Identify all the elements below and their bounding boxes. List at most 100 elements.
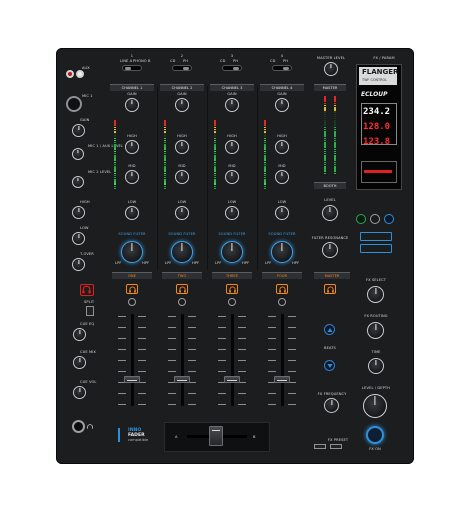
input-option-label: PH	[183, 59, 189, 63]
master-vu-column	[324, 96, 327, 175]
channel-fader-cap[interactable]	[274, 376, 290, 383]
fader-tick	[238, 360, 246, 361]
channel-high-knob[interactable]	[175, 140, 189, 154]
input-toggle-handle[interactable]	[125, 66, 131, 70]
input-toggle-switch[interactable]	[222, 65, 242, 71]
booth-level-knob[interactable]	[322, 205, 338, 221]
fader-curve-button[interactable]	[228, 298, 236, 306]
cue-vol-knob[interactable]	[73, 386, 86, 399]
input-toggle-handle[interactable]	[183, 66, 189, 70]
sound-filter-knob[interactable]	[221, 241, 243, 263]
input-toggle-switch[interactable]	[272, 65, 292, 71]
split-switch[interactable]	[86, 306, 94, 316]
headphones-icon	[87, 424, 93, 429]
channel-mid-knob[interactable]	[275, 170, 289, 184]
fx-routing-knob[interactable]	[367, 322, 384, 339]
fx-select-blue-button[interactable]	[384, 214, 394, 224]
fx-select-green-button[interactable]	[356, 214, 366, 224]
channel-fader-cap[interactable]	[124, 376, 140, 383]
channel-fader-cap[interactable]	[224, 376, 240, 383]
cue-mix-knob[interactable]	[73, 356, 86, 369]
fx-on-button[interactable]	[366, 426, 384, 444]
beats-up-button[interactable]	[324, 324, 335, 335]
fx-select-knob[interactable]	[367, 286, 384, 303]
mic-gain-knob[interactable]	[72, 124, 85, 137]
channel-cue-button[interactable]	[276, 284, 288, 294]
channel-fader-track	[180, 314, 184, 406]
channel-mid-knob[interactable]	[125, 170, 139, 184]
fx-preset-button-1[interactable]	[314, 444, 326, 449]
beats-down-button[interactable]	[324, 360, 335, 371]
fader-tick	[138, 393, 146, 394]
mic2-level-knob[interactable]	[72, 176, 84, 188]
headphone-jack[interactable]	[72, 420, 85, 433]
fader-tick	[168, 338, 176, 339]
master-header: MASTER	[314, 84, 346, 91]
input-selector-4[interactable]: 4 CD PH	[270, 54, 294, 76]
mic-high-knob[interactable]	[72, 206, 85, 219]
fx-frequency-knob[interactable]	[324, 398, 339, 413]
channel-gain-knob[interactable]	[175, 98, 189, 112]
fx-on-label: FX ON	[369, 447, 381, 451]
fader-tick	[268, 349, 276, 350]
channel-cue-button[interactable]	[226, 284, 238, 294]
sound-filter-knob[interactable]	[121, 241, 143, 263]
sound-filter-knob[interactable]	[271, 241, 293, 263]
master-cue-button[interactable]	[324, 284, 336, 294]
fx-bank-a[interactable]	[360, 232, 392, 241]
crossfader-cap[interactable]	[209, 426, 223, 446]
fader-tick	[188, 393, 196, 394]
fx-frequency-label: FX FREQUENCY	[317, 392, 347, 396]
input-toggle-switch[interactable]	[122, 65, 142, 71]
fader-tick	[218, 360, 226, 361]
mic-level-knob[interactable]	[72, 148, 84, 160]
channel-low-knob[interactable]	[125, 206, 139, 220]
input-selector-1[interactable]: 1 LINE A PHONO B	[120, 54, 150, 76]
channel-high-knob[interactable]	[275, 140, 289, 154]
mic-xlr-jack[interactable]	[66, 96, 82, 112]
mic-low-knob[interactable]	[72, 232, 85, 245]
input-selector-3[interactable]: 3 CD PH	[220, 54, 244, 76]
channel-cue-button[interactable]	[176, 284, 188, 294]
input-toggle-handle[interactable]	[283, 66, 289, 70]
mic-cue-button[interactable]	[80, 284, 94, 296]
hpf-label: HPF	[242, 261, 250, 265]
channel-cue-button[interactable]	[126, 284, 138, 294]
input-option-label: PHONO B	[133, 59, 151, 63]
fx-value-2: 128.0	[363, 122, 391, 132]
fx-select-grey-button[interactable]	[370, 214, 380, 224]
channel-mid-knob[interactable]	[225, 170, 239, 184]
channel-high-knob[interactable]	[125, 140, 139, 154]
input-toggle-switch[interactable]	[172, 65, 192, 71]
fader-curve-button[interactable]	[128, 298, 136, 306]
input-toggle-handle[interactable]	[233, 66, 239, 70]
channel-low-knob[interactable]	[275, 206, 289, 220]
level-depth-knob[interactable]	[363, 394, 387, 418]
fx-preset-button-2[interactable]	[330, 444, 342, 449]
fader-tick	[168, 349, 176, 350]
talkover-knob[interactable]	[72, 258, 85, 271]
lpf-label: LPF	[215, 261, 222, 265]
sound-filter-knob[interactable]	[171, 241, 193, 263]
fader-curve-button[interactable]	[178, 298, 186, 306]
channel-low-knob[interactable]	[225, 206, 239, 220]
channel-low-label: LOW	[227, 200, 237, 204]
channel-gain-knob[interactable]	[275, 98, 289, 112]
channel-mid-knob[interactable]	[175, 170, 189, 184]
master-level-knob[interactable]	[324, 62, 338, 76]
fader-curve-button[interactable]	[278, 298, 286, 306]
channel-gain-knob[interactable]	[225, 98, 239, 112]
fx-effect-sub: TWF CONTROL	[362, 78, 388, 82]
channel-gain-knob[interactable]	[125, 98, 139, 112]
channel-fader-track	[130, 314, 134, 406]
channel-low-knob[interactable]	[175, 206, 189, 220]
aux-jack-left[interactable]	[66, 70, 74, 78]
time-knob[interactable]	[368, 358, 384, 374]
channel-fader-cap[interactable]	[174, 376, 190, 383]
fx-bank-b[interactable]	[360, 244, 392, 253]
input-selector-2[interactable]: 2 CD PH	[170, 54, 194, 76]
aux-jack-right[interactable]	[76, 70, 84, 78]
cue-eq-knob[interactable]	[73, 328, 86, 341]
channel-high-knob[interactable]	[225, 140, 239, 154]
filter-resonance-knob[interactable]	[322, 242, 338, 258]
